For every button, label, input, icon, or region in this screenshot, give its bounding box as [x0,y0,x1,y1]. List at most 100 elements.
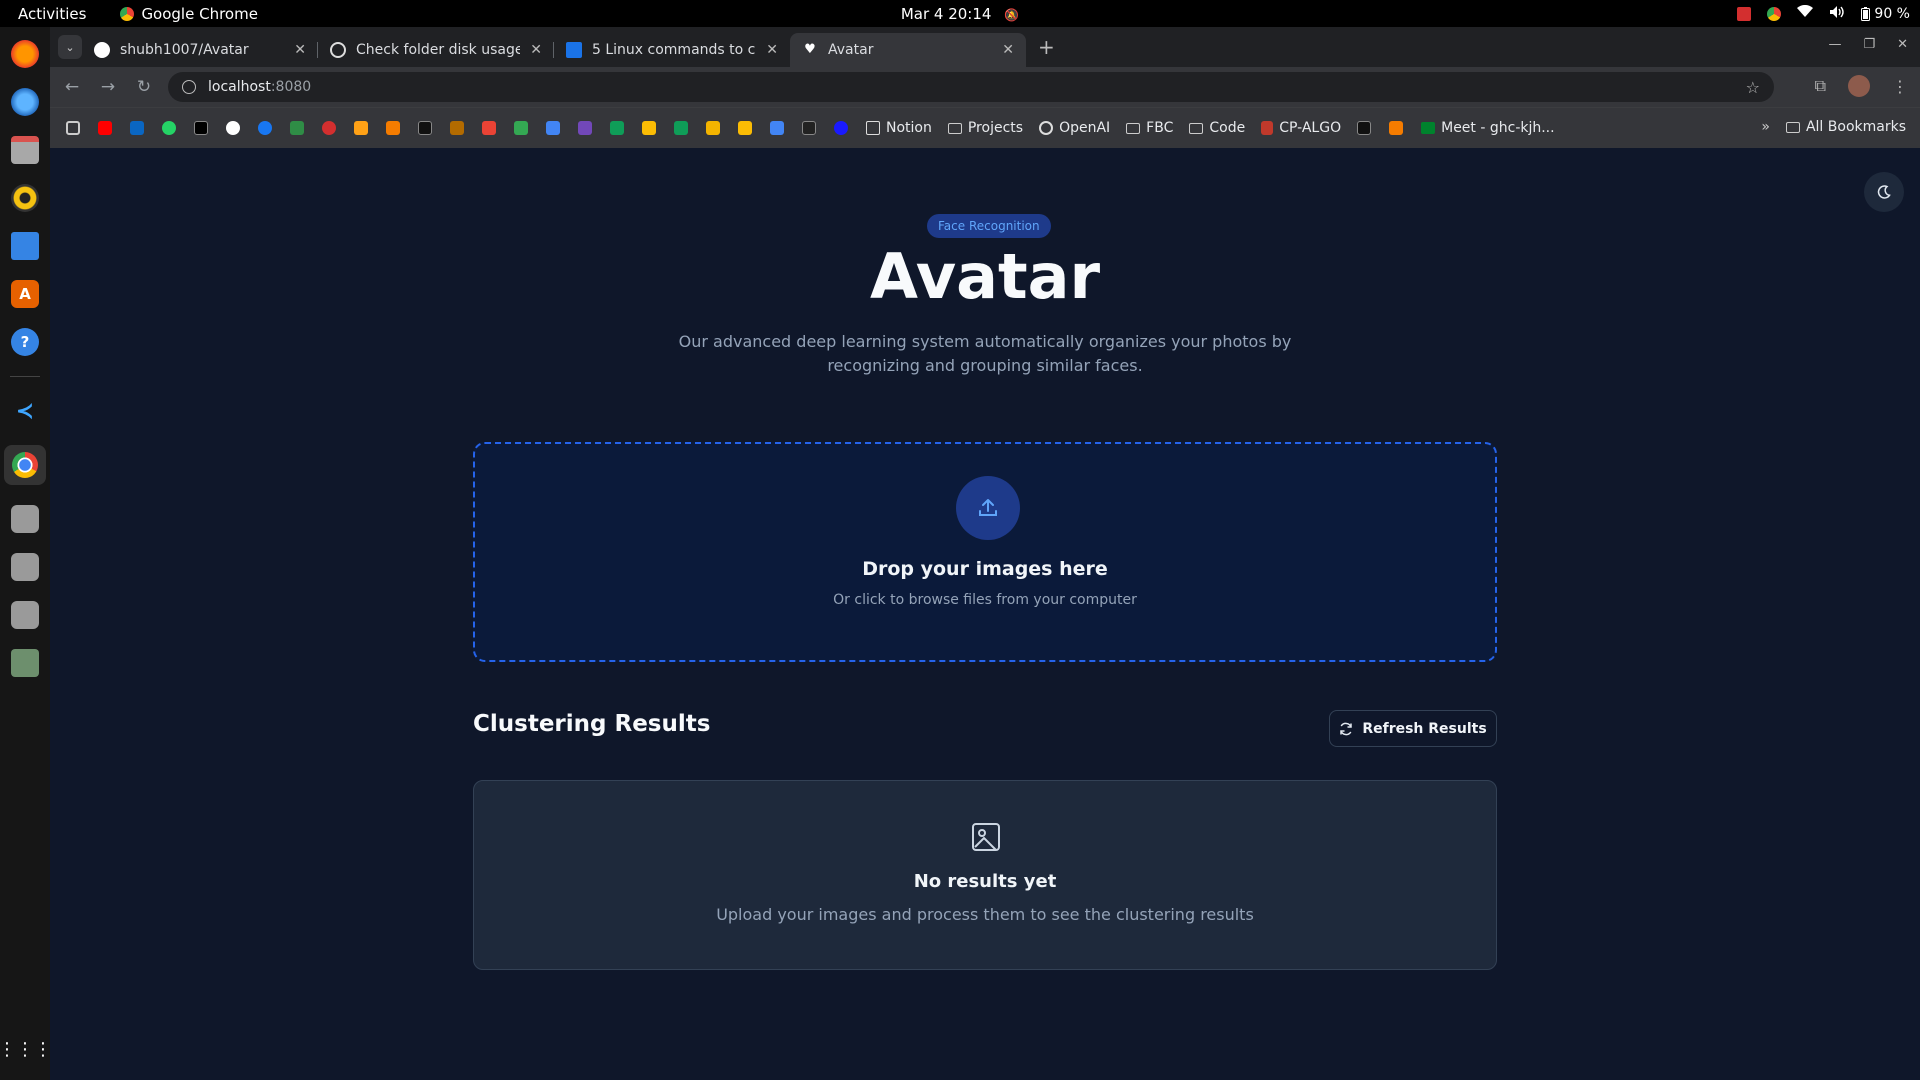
files-icon[interactable] [11,136,39,164]
dock: A ? ≺ ⋮⋮⋮ [0,27,52,1080]
app-center-icon[interactable]: A [11,280,39,308]
extensions-icon[interactable]: ⧉ [1815,76,1826,96]
bookmark-cp-algo[interactable]: CP-ALGO [1261,120,1341,136]
google-drive-icon[interactable] [514,121,528,135]
text-editor-icon[interactable] [11,232,39,260]
va-icon[interactable] [418,121,432,135]
bookmark-meet[interactable]: Meet - ghc-kjh... [1421,120,1555,136]
screen-share-icon[interactable] [1737,6,1752,21]
codeforces-icon[interactable] [450,121,464,135]
leetcode-icon[interactable] [354,121,368,135]
all-bookmarks[interactable]: All Bookmarks [1785,119,1906,135]
system-tray[interactable]: 90 % [1737,0,1910,27]
google-docs-icon[interactable] [546,121,560,135]
menu-icon[interactable]: ⋮ [1892,77,1908,96]
minimize-icon[interactable]: — [1828,37,1841,52]
more-bookmarks-icon[interactable]: » [1761,119,1770,135]
github-icon[interactable] [226,121,240,135]
close-icon[interactable]: ✕ [294,42,306,58]
dr-icon[interactable] [802,121,816,135]
clock[interactable]: Mar 4 20:14 [901,5,992,23]
meet-icon [1421,122,1436,134]
bookmark-openai[interactable]: OpenAI [1039,120,1110,136]
facebook-icon[interactable] [258,121,272,135]
help-icon[interactable]: ? [11,328,39,356]
close-window-icon[interactable]: ✕ [1897,37,1908,52]
refresh-results-button[interactable]: Refresh Results [1329,710,1497,747]
dropzone-subtitle: Or click to browse files from your compu… [833,592,1137,608]
chrome-tray-icon[interactable] [1767,6,1782,21]
tab-github[interactable]: shubh1007/Avatar ✕ [82,33,318,67]
bookmark-label: CP-ALGO [1279,120,1342,136]
dev-icon[interactable] [1357,121,1372,135]
activities-button[interactable]: Activities [18,5,86,23]
bookmark-star-icon[interactable]: ☆ [1746,78,1760,97]
bookmark-fbc[interactable]: FBC [1126,120,1173,136]
browser-window: ⌄ shubh1007/Avatar ✕ Check folder disk u… [50,27,1920,148]
show-apps-icon[interactable]: ⋮⋮⋮ [0,1039,52,1060]
restore-icon[interactable]: ❐ [1863,37,1875,52]
gfg-icon[interactable] [290,121,304,135]
folder-icon [1126,122,1141,134]
x-icon[interactable] [194,121,208,135]
chrome-icon [120,6,135,21]
back-icon[interactable]: ← [62,77,82,97]
youtube-icon[interactable] [98,121,112,135]
chrome-dock-icon[interactable] [4,445,46,485]
orange-cube-icon[interactable] [1389,121,1404,135]
c-icon[interactable] [834,121,848,135]
bookmark-label: Meet - ghc-kjh... [1441,120,1555,136]
whatsapp-icon[interactable] [162,121,176,135]
theme-toggle-button[interactable] [1864,172,1904,212]
google-keep-icon[interactable] [738,121,752,135]
google-calendar-icon[interactable] [770,121,784,135]
forward-icon[interactable]: → [98,77,118,97]
tuf-icon[interactable] [322,121,336,135]
profile-avatar[interactable] [1848,75,1870,97]
tab-title: 5 Linux commands to ch [592,42,757,58]
google-slides-icon[interactable] [706,121,720,135]
new-tab-button[interactable]: + [1038,35,1055,59]
tab-chatgpt[interactable]: Check folder disk usage ✕ [318,33,554,67]
gmail-icon[interactable] [482,121,496,135]
wifi-icon[interactable] [1797,4,1814,22]
close-icon[interactable]: ✕ [766,42,778,58]
address-bar[interactable]: localhost:8080 ☆ [168,72,1774,102]
thunderbird-icon[interactable] [11,88,39,116]
apps-grid-icon[interactable] [66,121,80,135]
trash-icon[interactable] [11,649,39,677]
dropzone-title: Drop your images here [862,558,1108,580]
google-forms-icon[interactable] [578,121,592,135]
close-icon[interactable]: ✕ [530,42,542,58]
disk-drive-icon[interactable] [11,505,39,533]
codechef-icon[interactable] [386,121,400,135]
bookmark-projects[interactable]: Projects [947,120,1024,136]
bookmark-notion[interactable]: Notion [866,120,932,136]
firefox-icon[interactable] [11,40,39,68]
battery-indicator[interactable]: 90 % [1861,6,1910,22]
volume-icon[interactable] [1829,5,1845,23]
tab-search-button[interactable]: ⌄ [58,35,82,59]
disk-drive-icon[interactable] [11,601,39,629]
google-sites-icon[interactable] [674,121,688,135]
tab-title: Avatar [828,42,874,58]
tab-avatar[interactable]: ♥ Avatar ✕ [790,33,1026,67]
browser-toolbar: ← → ↻ localhost:8080 ☆ ⧉ ⋮ [50,67,1920,107]
site-info-icon[interactable] [182,80,196,94]
bookmark-code[interactable]: Code [1189,120,1245,136]
results-heading: Clustering Results [473,711,711,737]
disk-drive-icon[interactable] [11,553,39,581]
google-sheets-icon[interactable] [610,121,624,135]
tab-linux-commands[interactable]: 5 Linux commands to ch ✕ [554,33,790,67]
image-dropzone[interactable]: Drop your images here Or click to browse… [473,442,1497,662]
reload-icon[interactable]: ↻ [134,77,154,97]
close-icon[interactable]: ✕ [1002,42,1014,58]
upload-button[interactable] [956,476,1020,540]
rhythmbox-icon[interactable] [11,184,39,212]
bookmark-label: Projects [967,120,1024,136]
linkedin-icon[interactable] [130,121,144,135]
app-menu[interactable]: Google Chrome [120,5,258,23]
google-photos-icon[interactable] [642,121,656,135]
image-icon [972,823,1000,851]
vscode-icon[interactable]: ≺ [11,397,39,425]
